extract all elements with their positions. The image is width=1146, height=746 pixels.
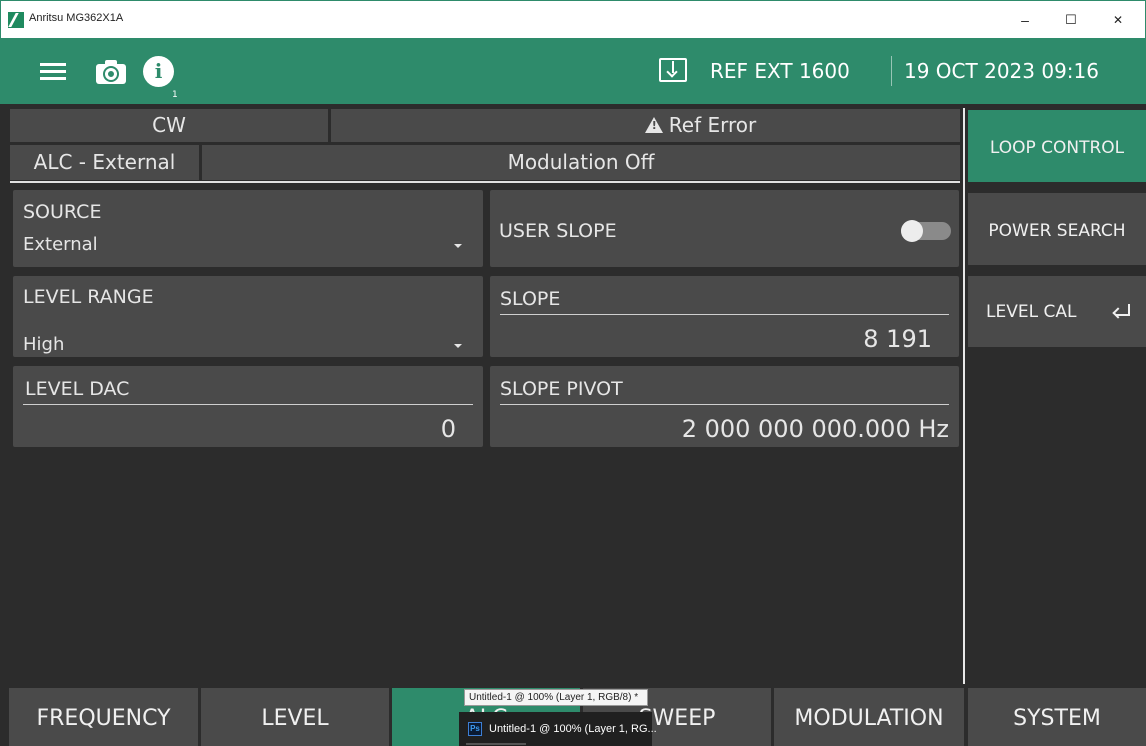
taskbar-tooltip: Untitled-1 @ 100% (Layer 1, RGB/8) * [464, 689, 648, 706]
modulation-indicator: Modulation Off [202, 145, 960, 180]
error-text: Ref Error [668, 113, 757, 137]
alc-mode-text: ALC - External [33, 150, 176, 174]
thumbnail-title: Untitled-1 @ 100% (Layer 1, RG... [489, 723, 657, 735]
level-range-label: LEVEL RANGE [23, 286, 154, 308]
taskbar-thumbnail[interactable]: Ps Untitled-1 @ 100% (Layer 1, RG... [459, 712, 657, 746]
slope-pivot-underline [500, 404, 949, 405]
loop-control-button[interactable]: LOOP CONTROL [968, 110, 1146, 182]
slope-pivot-value: 2 000 000 000.000 Hz [681, 415, 949, 443]
mode-text: CW [152, 113, 186, 137]
modulation-text: Modulation Off [507, 150, 655, 174]
level-range-value: High [23, 334, 65, 355]
user-slope-panel: USER SLOPE [490, 190, 959, 267]
source-dropdown[interactable]: SOURCE External [13, 190, 483, 267]
photoshop-icon: Ps [468, 722, 482, 736]
close-button[interactable]: ✕ [1098, 7, 1138, 33]
hamburger-menu-icon[interactable] [40, 63, 66, 81]
tab-frequency[interactable]: FREQUENCY [9, 688, 198, 746]
mode-indicator: CW [10, 109, 328, 142]
slope-label: SLOPE [500, 288, 561, 310]
dropdown-arrow-icon [454, 344, 462, 348]
status-divider [10, 181, 960, 183]
level-cal-label: LEVEL CAL [986, 302, 1077, 322]
slope-value: 8 191 [863, 325, 932, 353]
user-slope-label: USER SLOPE [499, 220, 617, 242]
toggle-knob [901, 220, 923, 242]
slope-field[interactable]: SLOPE 8 191 [490, 276, 959, 357]
power-search-button[interactable]: POWER SEARCH [968, 193, 1146, 265]
alc-mode-indicator: ALC - External [10, 145, 199, 180]
level-dac-value: 0 [440, 415, 456, 443]
level-dac-underline [23, 404, 473, 405]
info-badge: 1 [172, 90, 178, 100]
header-divider [891, 56, 892, 86]
tab-system[interactable]: SYSTEM [968, 688, 1146, 746]
dropdown-arrow-icon [454, 244, 462, 248]
date-time: 19 OCT 2023 09:16 [904, 59, 1099, 83]
enter-icon [1116, 304, 1130, 316]
level-range-dropdown[interactable]: LEVEL RANGE High [13, 276, 483, 357]
side-menu-divider [963, 108, 965, 684]
minimize-button[interactable]: – [1005, 7, 1045, 33]
slope-pivot-field[interactable]: SLOPE PIVOT 2 000 000 000.000 Hz [490, 366, 959, 447]
app-header: i 1 REF EXT 1600 19 OCT 2023 09:16 [0, 38, 1146, 104]
source-value: External [23, 234, 98, 255]
window-title: Anritsu MG362X1A [29, 12, 124, 24]
warning-icon [644, 117, 663, 133]
slope-underline [500, 314, 949, 315]
user-slope-toggle[interactable] [901, 220, 951, 242]
level-dac-field[interactable]: LEVEL DAC 0 [13, 366, 483, 447]
tab-level[interactable]: LEVEL [201, 688, 389, 746]
tab-modulation[interactable]: MODULATION [774, 688, 964, 746]
window-titlebar: Anritsu MG362X1A – ☐ ✕ [0, 0, 1146, 38]
level-dac-label: LEVEL DAC [25, 378, 130, 400]
anritsu-logo-icon [8, 12, 24, 28]
download-icon[interactable] [659, 58, 687, 82]
source-label: SOURCE [23, 201, 102, 223]
thumbnail-bar [466, 743, 526, 745]
reference-status: REF EXT 1600 [710, 59, 850, 83]
info-icon[interactable]: i [143, 56, 174, 87]
camera-icon[interactable] [96, 60, 126, 84]
slope-pivot-label: SLOPE PIVOT [500, 378, 623, 400]
maximize-button[interactable]: ☐ [1051, 7, 1091, 33]
error-indicator: Ref Error [331, 109, 960, 142]
level-cal-button[interactable]: LEVEL CAL [968, 276, 1146, 347]
